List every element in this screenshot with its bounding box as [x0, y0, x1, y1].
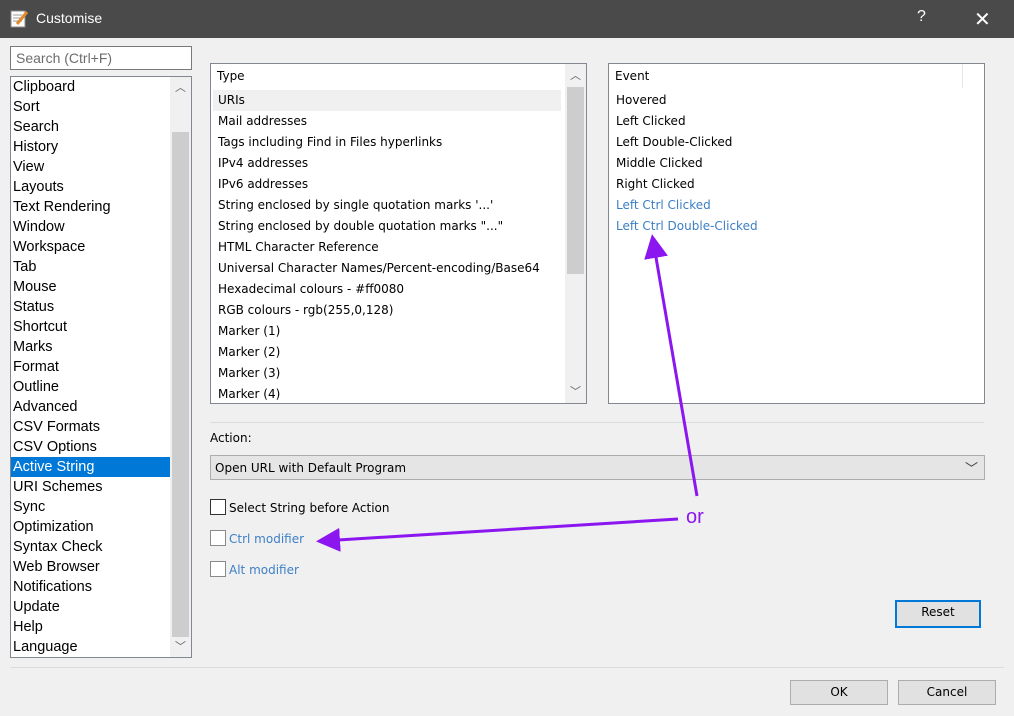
- category-item[interactable]: CSV Options: [11, 437, 170, 457]
- ok-button[interactable]: OK: [790, 680, 888, 705]
- category-item[interactable]: CSV Formats: [11, 417, 170, 437]
- action-dropdown-value: Open URL with Default Program: [215, 461, 407, 475]
- scroll-down-icon[interactable]: ﹀: [565, 383, 586, 400]
- category-item[interactable]: Format: [11, 357, 170, 377]
- select-string-checkbox[interactable]: [210, 499, 226, 515]
- category-item[interactable]: Search: [11, 117, 170, 137]
- type-item[interactable]: Mail addresses: [213, 111, 561, 132]
- type-item[interactable]: Marker (1): [213, 321, 561, 342]
- category-item[interactable]: Marks: [11, 337, 170, 357]
- chevron-down-icon: ﹀: [964, 462, 978, 477]
- type-item[interactable]: Universal Character Names/Percent-encodi…: [213, 258, 561, 279]
- category-item[interactable]: Tab: [11, 257, 170, 277]
- arrow-to-ctrl-modifier: [316, 517, 679, 552]
- category-item[interactable]: View: [11, 157, 170, 177]
- category-item[interactable]: Outline: [11, 377, 170, 397]
- window-title: Customise: [36, 10, 103, 26]
- event-item[interactable]: Hovered: [611, 90, 667, 111]
- search-input[interactable]: Search (Ctrl+F): [10, 46, 192, 70]
- category-item[interactable]: Window: [11, 217, 170, 237]
- category-item[interactable]: Text Rendering: [11, 197, 170, 217]
- event-column-header[interactable]: Event: [609, 64, 963, 88]
- category-item[interactable]: History: [11, 137, 170, 157]
- category-item[interactable]: Sync: [11, 497, 170, 517]
- ctrl-modifier-checkbox[interactable]: [210, 530, 226, 546]
- scroll-up-icon[interactable]: ︿: [170, 79, 191, 96]
- help-button[interactable]: ?: [917, 8, 926, 26]
- action-dropdown[interactable]: Open URL with Default Program ﹀: [210, 455, 985, 480]
- category-item[interactable]: URI Schemes: [11, 477, 170, 497]
- action-label: Action:: [210, 431, 252, 445]
- scroll-thumb[interactable]: [567, 87, 584, 274]
- type-item[interactable]: String enclosed by single quotation mark…: [213, 195, 561, 216]
- type-item[interactable]: Hexadecimal colours - #ff0080: [213, 279, 561, 300]
- type-item[interactable]: Marker (2): [213, 342, 561, 363]
- category-item[interactable]: Web Browser: [11, 557, 170, 577]
- category-item[interactable]: Shortcut: [11, 317, 170, 337]
- category-item[interactable]: Status: [11, 297, 170, 317]
- type-item[interactable]: Marker (4): [213, 384, 561, 403]
- type-item[interactable]: Marker (3): [213, 363, 561, 384]
- type-list[interactable]: Type URIs Mail addresses Tags including Fi…: [210, 63, 587, 404]
- category-item[interactable]: Help: [11, 617, 170, 637]
- type-item[interactable]: URIs: [213, 90, 561, 111]
- annotation-or-text: or: [686, 506, 704, 528]
- separator: [210, 422, 984, 423]
- separator: [10, 667, 1004, 668]
- type-item[interactable]: IPv4 addresses: [213, 153, 561, 174]
- category-item[interactable]: Syntax Check: [11, 537, 170, 557]
- notepad-app-icon: [10, 10, 29, 28]
- event-item[interactable]: Right Clicked: [611, 174, 695, 195]
- category-list[interactable]: Clipboard Sort Search History View Layouts Tex…: [10, 76, 192, 658]
- event-item[interactable]: Left Ctrl Clicked: [611, 195, 711, 216]
- category-item[interactable]: Advanced: [11, 397, 170, 417]
- select-string-label[interactable]: Select String before Action: [229, 501, 389, 515]
- close-button[interactable]: ✕: [974, 7, 991, 32]
- ctrl-modifier-label[interactable]: Ctrl modifier: [229, 532, 304, 546]
- type-item[interactable]: String enclosed by double quotation mark…: [213, 216, 561, 237]
- category-scrollbar[interactable]: ︿ ﹀: [170, 77, 191, 657]
- type-scrollbar[interactable]: ︿ ﹀: [565, 64, 586, 403]
- category-item[interactable]: Workspace: [11, 237, 170, 257]
- category-item[interactable]: Optimization: [11, 517, 170, 537]
- title-bar: Customise ? ✕: [0, 0, 1014, 38]
- event-item[interactable]: Left Ctrl Double-Clicked: [611, 216, 758, 237]
- category-item[interactable]: Sort: [11, 97, 170, 117]
- cancel-button[interactable]: Cancel: [898, 680, 996, 705]
- category-item[interactable]: Mouse: [11, 277, 170, 297]
- scroll-thumb[interactable]: [172, 132, 189, 637]
- scroll-down-icon[interactable]: ﹀: [170, 638, 191, 655]
- type-item[interactable]: HTML Character Reference: [213, 237, 561, 258]
- category-item[interactable]: Update: [11, 597, 170, 617]
- category-item[interactable]: Active String: [11, 457, 170, 477]
- type-item[interactable]: IPv6 addresses: [213, 174, 561, 195]
- category-item[interactable]: Clipboard: [11, 77, 170, 97]
- type-item[interactable]: Tags including Find in Files hyperlinks: [213, 132, 561, 153]
- type-item[interactable]: RGB colours - rgb(255,0,128): [213, 300, 561, 321]
- alt-modifier-label[interactable]: Alt modifier: [229, 563, 299, 577]
- event-item[interactable]: Middle Clicked: [611, 153, 703, 174]
- scroll-up-icon[interactable]: ︿: [565, 67, 586, 84]
- category-item[interactable]: Language: [11, 637, 170, 657]
- reset-button[interactable]: Reset: [895, 600, 981, 628]
- type-column-header[interactable]: Type: [211, 64, 567, 88]
- event-item[interactable]: Left Clicked: [611, 111, 686, 132]
- event-list[interactable]: Event Hovered Left Clicked Left Double-Cli…: [608, 63, 985, 404]
- category-item[interactable]: Notifications: [11, 577, 170, 597]
- category-item[interactable]: Layouts: [11, 177, 170, 197]
- alt-modifier-checkbox[interactable]: [210, 561, 226, 577]
- event-item[interactable]: Left Double-Clicked: [611, 132, 732, 153]
